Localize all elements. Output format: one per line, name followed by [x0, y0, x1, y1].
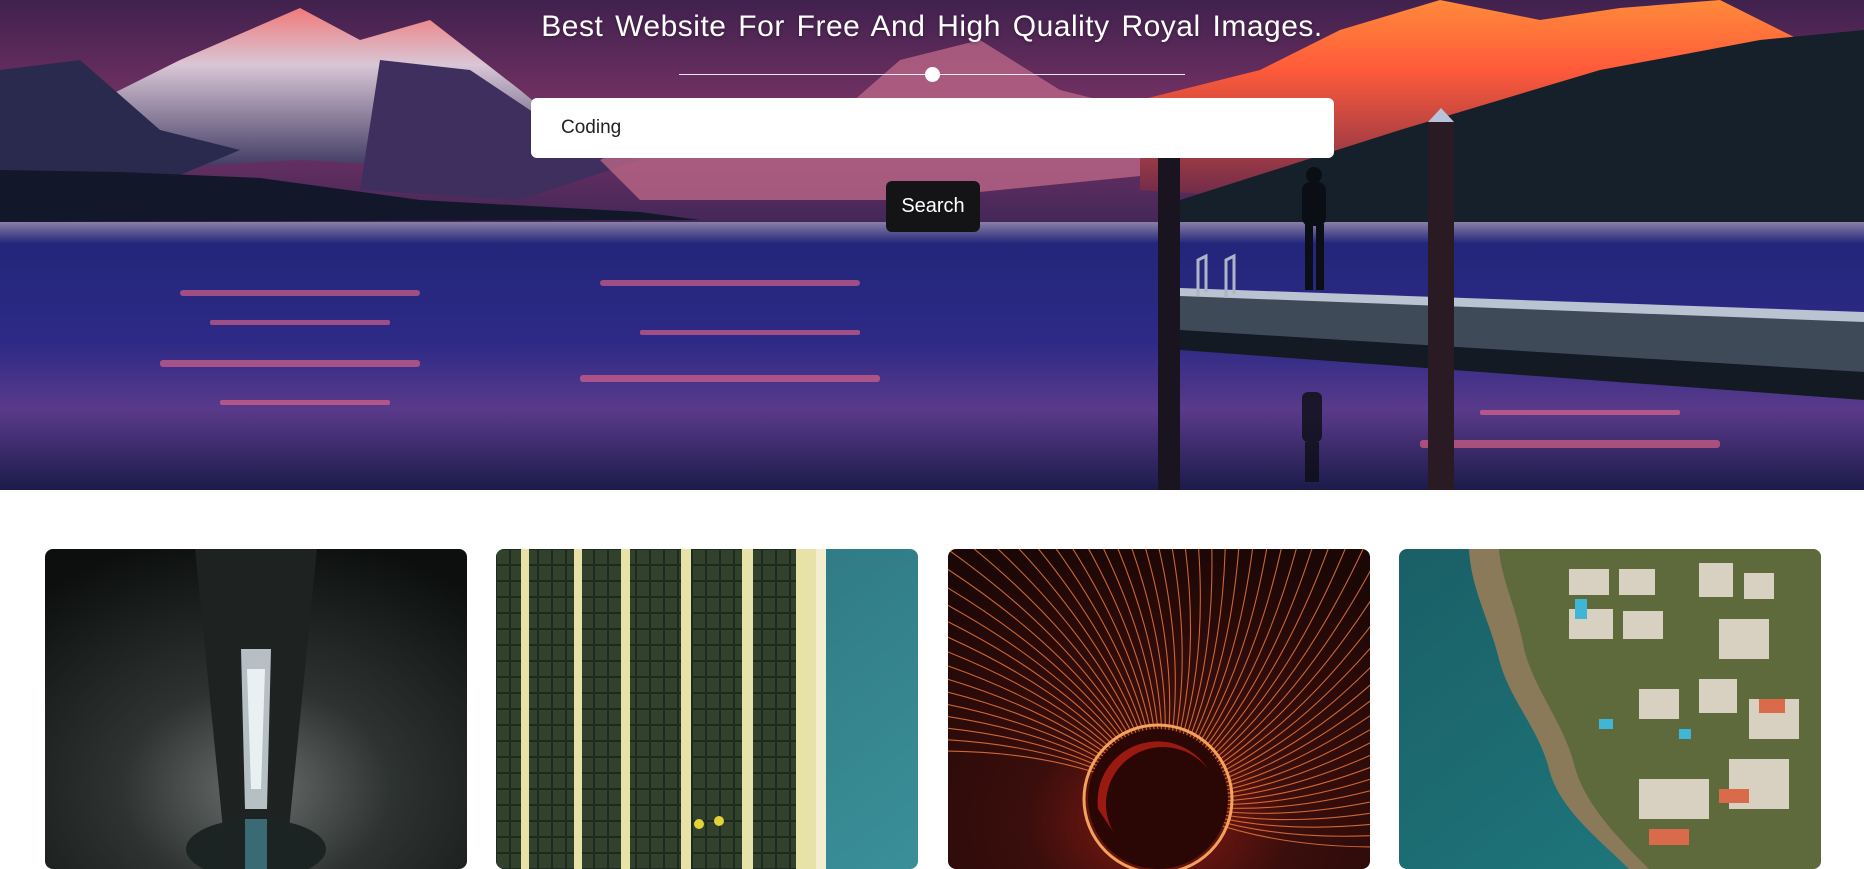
light-tunnel-image[interactable] — [948, 549, 1370, 869]
image-slider[interactable] — [679, 64, 1185, 86]
gallery-card-light-tunnel[interactable] — [948, 549, 1370, 869]
hero-banner: Best Website For Free And High Quality R… — [0, 0, 1864, 490]
skyscraper-image[interactable] — [496, 549, 918, 869]
search-input[interactable] — [531, 98, 1334, 158]
gallery-card-coastline[interactable] — [1399, 549, 1821, 869]
search-button[interactable]: Search — [886, 181, 980, 232]
gallery-card-skyscraper[interactable] — [496, 549, 918, 869]
slider-thumb[interactable] — [925, 67, 940, 82]
hero-title: Best Website For Free And High Quality R… — [541, 10, 1323, 43]
coastline-image[interactable] — [1399, 549, 1821, 869]
tunnel-image[interactable] — [45, 549, 467, 869]
gallery-card-tunnel[interactable] — [45, 549, 467, 869]
